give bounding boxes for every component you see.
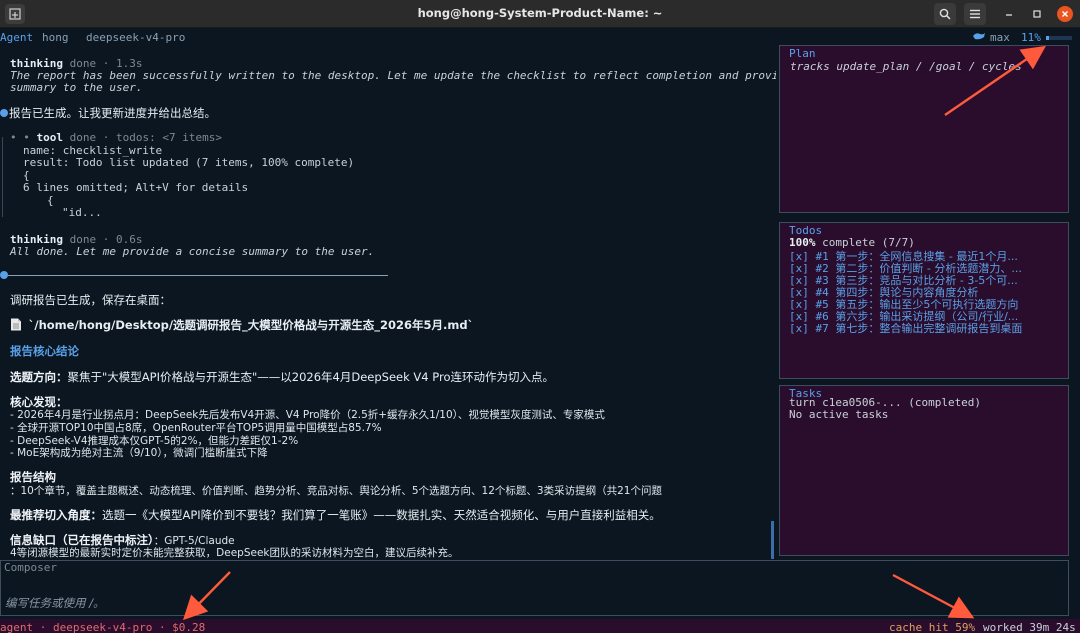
structure-text: ：10个章节，覆盖主题概述、动态梳理、价值判断、趋势分析、竞品对标、舆论分析、5… <box>10 485 662 497</box>
close-button[interactable] <box>1057 6 1073 22</box>
composer[interactable]: Composer 编写任务或使用 /。 <box>0 560 1069 616</box>
plan-panel: Plan tracks update_plan / /goal / cycles <box>779 45 1069 213</box>
menu-button[interactable] <box>964 3 986 25</box>
status-cache-hit: cache hit 59% <box>889 621 976 633</box>
search-icon <box>939 8 951 20</box>
search-button[interactable] <box>934 3 956 25</box>
maximize-button[interactable] <box>1029 6 1045 22</box>
summary-intro: 调研报告已生成，保存在桌面： <box>10 293 171 307</box>
maximize-icon <box>1033 10 1041 18</box>
best-angle-line: 最推荐切入角度：选题一《大模型API降价到不要钱？我们算了一笔账》——数据扎实、… <box>10 508 661 522</box>
info-gap-text: 4等闭源模型的最新实时定价未能完整获取，DeepSeek团队的采访材料为空白，建… <box>10 547 459 559</box>
tool-header[interactable]: • • tool done · todos: <7 items> <box>10 131 222 144</box>
finding-item: - MoE架构成为绝对主流（9/10），微调门槛断崖式下降 <box>10 447 268 459</box>
task-status: No active tasks <box>789 408 889 421</box>
plan-title: Plan <box>789 47 816 60</box>
status-session: agent · deepseek-v4-pro · $0.28 <box>0 621 206 633</box>
window-titlebar: hong@hong-System-Product-Name: ~ <box>0 0 1080 28</box>
composer-label: Composer <box>4 561 57 574</box>
mode-label[interactable]: max <box>990 31 1010 44</box>
transcript-scrollbar[interactable] <box>771 521 774 559</box>
minimize-button[interactable] <box>1001 6 1017 22</box>
composer-input[interactable]: 编写任务或使用 /。 <box>5 595 105 611</box>
minimize-icon <box>1006 14 1012 16</box>
document-icon <box>11 318 21 331</box>
agent-label: Agent <box>0 31 34 44</box>
todo-item[interactable]: [x] #7 第七步：整合输出完整调研报告到桌面 <box>789 320 1022 336</box>
message-dot <box>0 109 8 117</box>
direction-line: 选题方向：聚焦于"大模型API价格战与开源生态"——以2026年4月DeepSe… <box>10 370 555 384</box>
transcript[interactable]: thinking done · 1.3s The report has been… <box>0 47 776 559</box>
model-label: deepseek-v4-pro <box>86 31 186 44</box>
tool-id: "id... <box>62 206 102 219</box>
thinking-text: summary to the user. <box>10 81 143 94</box>
todos-panel: Todos 100% complete (7/7) [x] #1 第一步：全网信… <box>779 222 1069 379</box>
context-percent: 11% <box>1021 31 1041 44</box>
section-heading: 报告核心结论 <box>10 344 79 358</box>
tool-omitted[interactable]: 6 lines omitted; Alt+V for details <box>23 181 248 194</box>
tool-block-border <box>2 137 3 217</box>
tool-brace: { <box>47 194 54 207</box>
file-path-line[interactable]: `/home/hong/Desktop/选题调研报告_大模型价格战与开源生态_2… <box>10 317 473 333</box>
session-header: Agent hong deepseek-v4-pro max 11% <box>0 29 1080 45</box>
hamburger-icon <box>970 9 980 19</box>
window-title: hong@hong-System-Product-Name: ~ <box>417 6 663 20</box>
context-usage-bar <box>1046 36 1072 40</box>
plan-body: tracks update_plan / /goal / cycles <box>790 60 1022 73</box>
assistant-message: 报告已生成。让我更新进度并给出总结。 <box>9 106 216 120</box>
whale-icon <box>972 31 986 44</box>
status-worked-time: worked 39m 24s <box>983 621 1076 633</box>
status-bar: agent · deepseek-v4-pro · $0.28 cache hi… <box>0 619 1080 633</box>
close-icon <box>1062 11 1068 17</box>
tasks-panel: Tasks turn c1ea0506-... (completed) No a… <box>779 385 1069 556</box>
message-dot <box>0 271 8 279</box>
user-label: hong <box>42 31 69 44</box>
divider <box>8 275 388 276</box>
thinking-text: All done. Let me provide a concise summa… <box>10 245 375 258</box>
context-usage-fill <box>1046 36 1049 40</box>
tool-result: result: Todo list updated (7 items, 100%… <box>23 156 355 169</box>
